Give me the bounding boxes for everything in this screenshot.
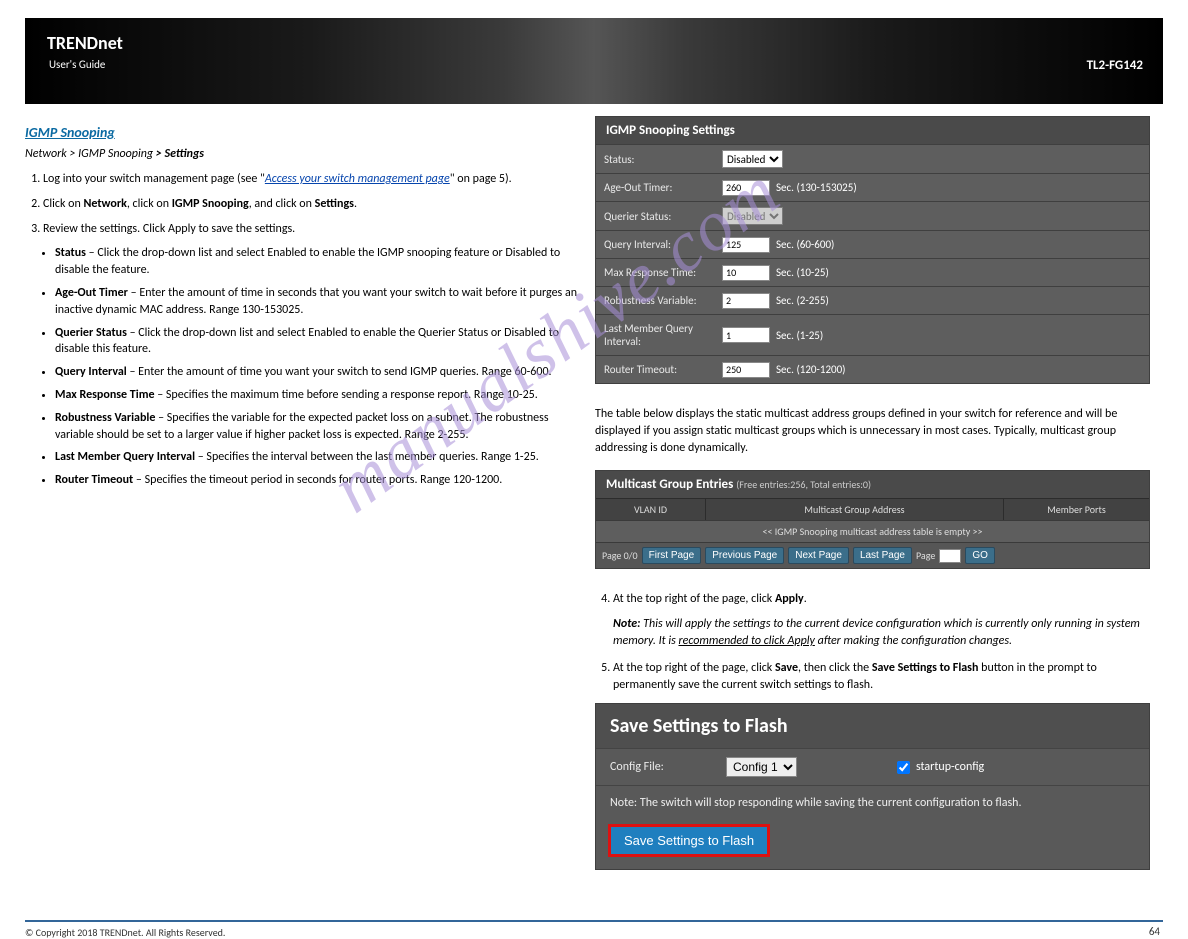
page-number-input[interactable] [939, 549, 961, 563]
list-item: Status – Click the drop-down list and se… [55, 245, 583, 279]
next-page-button[interactable]: Next Page [788, 547, 849, 564]
note-paragraph: Note: This will apply the settings to th… [613, 616, 1150, 650]
list-item: At the top right of the page, click Save… [613, 660, 1150, 694]
page-of-label: Page 0/0 [602, 549, 638, 562]
col-multicast-group-address: Multicast Group Address [706, 499, 1004, 520]
status-select[interactable]: Disabled [722, 150, 783, 168]
lmqi-input[interactable] [722, 327, 770, 343]
list-item: Last Member Query Interval – Specifies t… [55, 449, 583, 466]
list-item: Log into your switch management page (se… [43, 171, 583, 188]
startup-config-label: startup-config [916, 760, 984, 774]
save-note: Note: The switch will stop responding wh… [596, 786, 1149, 820]
panel-title: IGMP Snooping Settings [596, 117, 1149, 144]
max-response-hint: Sec. (10-25) [776, 266, 829, 279]
table-empty-message: << IGMP Snooping multicast address table… [596, 520, 1149, 542]
startup-config-checkbox-wrap[interactable]: startup-config [897, 760, 984, 774]
page-label: Page [916, 549, 935, 562]
lmqi-label: Last Member Query Interval: [596, 315, 716, 355]
lmqi-hint: Sec. (1-25) [776, 329, 823, 342]
max-response-label: Max Response Time: [596, 259, 716, 286]
header-tagline: User's Guide [49, 58, 105, 71]
pager: Page 0/0 First Page Previous Page Next P… [596, 542, 1149, 568]
save-settings-panel: Save Settings to Flash Config File: Conf… [595, 703, 1150, 870]
col-vlan-id: VLAN ID [596, 499, 706, 520]
query-interval-hint: Sec. (60-600) [776, 238, 834, 251]
router-timeout-input[interactable] [722, 362, 770, 378]
panel-title: Save Settings to Flash [610, 714, 1135, 738]
header-banner: TRENDnet User's Guide TL2-FG142 [25, 18, 1163, 104]
robustness-hint: Sec. (2-255) [776, 294, 829, 307]
age-out-hint: Sec. (130-153025) [776, 181, 857, 194]
list-item: Max Response Time – Specifies the maximu… [55, 387, 583, 404]
query-interval-input[interactable] [722, 237, 770, 253]
querier-status-select[interactable]: Disabled [722, 207, 783, 225]
list-item: Querier Status – Click the drop-down lis… [55, 325, 583, 359]
access-mgmt-link[interactable]: Access your switch management page [265, 172, 450, 186]
query-interval-label: Query Interval: [596, 231, 716, 258]
config-file-select[interactable]: Config 1 [726, 757, 797, 777]
previous-page-button[interactable]: Previous Page [705, 547, 784, 564]
robustness-input[interactable] [722, 293, 770, 309]
age-out-label: Age-Out Timer: [596, 174, 716, 201]
list-item: Age-Out Timer – Enter the amount of time… [55, 285, 583, 319]
list-item: Review the settings. Click Apply to save… [43, 221, 583, 238]
router-timeout-label: Router Timeout: [596, 356, 716, 383]
go-button[interactable]: GO [965, 547, 995, 564]
multicast-panel: Multicast Group Entries (Free entries:25… [595, 470, 1150, 569]
panel-title: Multicast Group Entries (Free entries:25… [596, 471, 1149, 498]
startup-config-checkbox[interactable] [897, 761, 910, 774]
list-item: Robustness Variable – Specifies the vari… [55, 410, 583, 444]
multicast-explainer: The table below displays the static mult… [595, 406, 1150, 456]
age-out-input[interactable] [722, 180, 770, 196]
list-item: Router Timeout – Specifies the timeout p… [55, 472, 583, 489]
section-heading-link[interactable]: IGMP Snooping [25, 124, 115, 141]
status-label: Status: [596, 145, 716, 173]
nav-path-current: > Settings [156, 147, 204, 161]
router-timeout-hint: Sec. (120-1200) [776, 363, 846, 376]
last-page-button[interactable]: Last Page [853, 547, 912, 564]
querier-status-label: Querier Status: [596, 202, 716, 230]
brand-logo: TRENDnet [47, 32, 123, 54]
nav-path-text: Network > IGMP Snooping [25, 147, 156, 161]
list-item: At the top right of the page, click Appl… [613, 591, 1150, 608]
breadcrumb: Network > IGMP Snooping > Settings [25, 147, 583, 161]
first-page-button[interactable]: First Page [642, 547, 702, 564]
list-item: Click on Network, click on IGMP Snooping… [43, 196, 583, 213]
robustness-label: Robustness Variable: [596, 287, 716, 314]
footer-divider [25, 920, 1163, 922]
config-file-label: Config File: [596, 760, 726, 774]
list-item: Query Interval – Enter the amount of tim… [55, 364, 583, 381]
table-header: VLAN ID Multicast Group Address Member P… [596, 498, 1149, 520]
col-member-ports: Member Ports [1004, 499, 1149, 520]
header-model: TL2-FG142 [1087, 58, 1143, 73]
save-settings-button[interactable]: Save Settings to Flash [610, 826, 768, 855]
max-response-input[interactable] [722, 265, 770, 281]
igmp-settings-panel: IGMP Snooping Settings Status: Disabled … [595, 116, 1150, 384]
